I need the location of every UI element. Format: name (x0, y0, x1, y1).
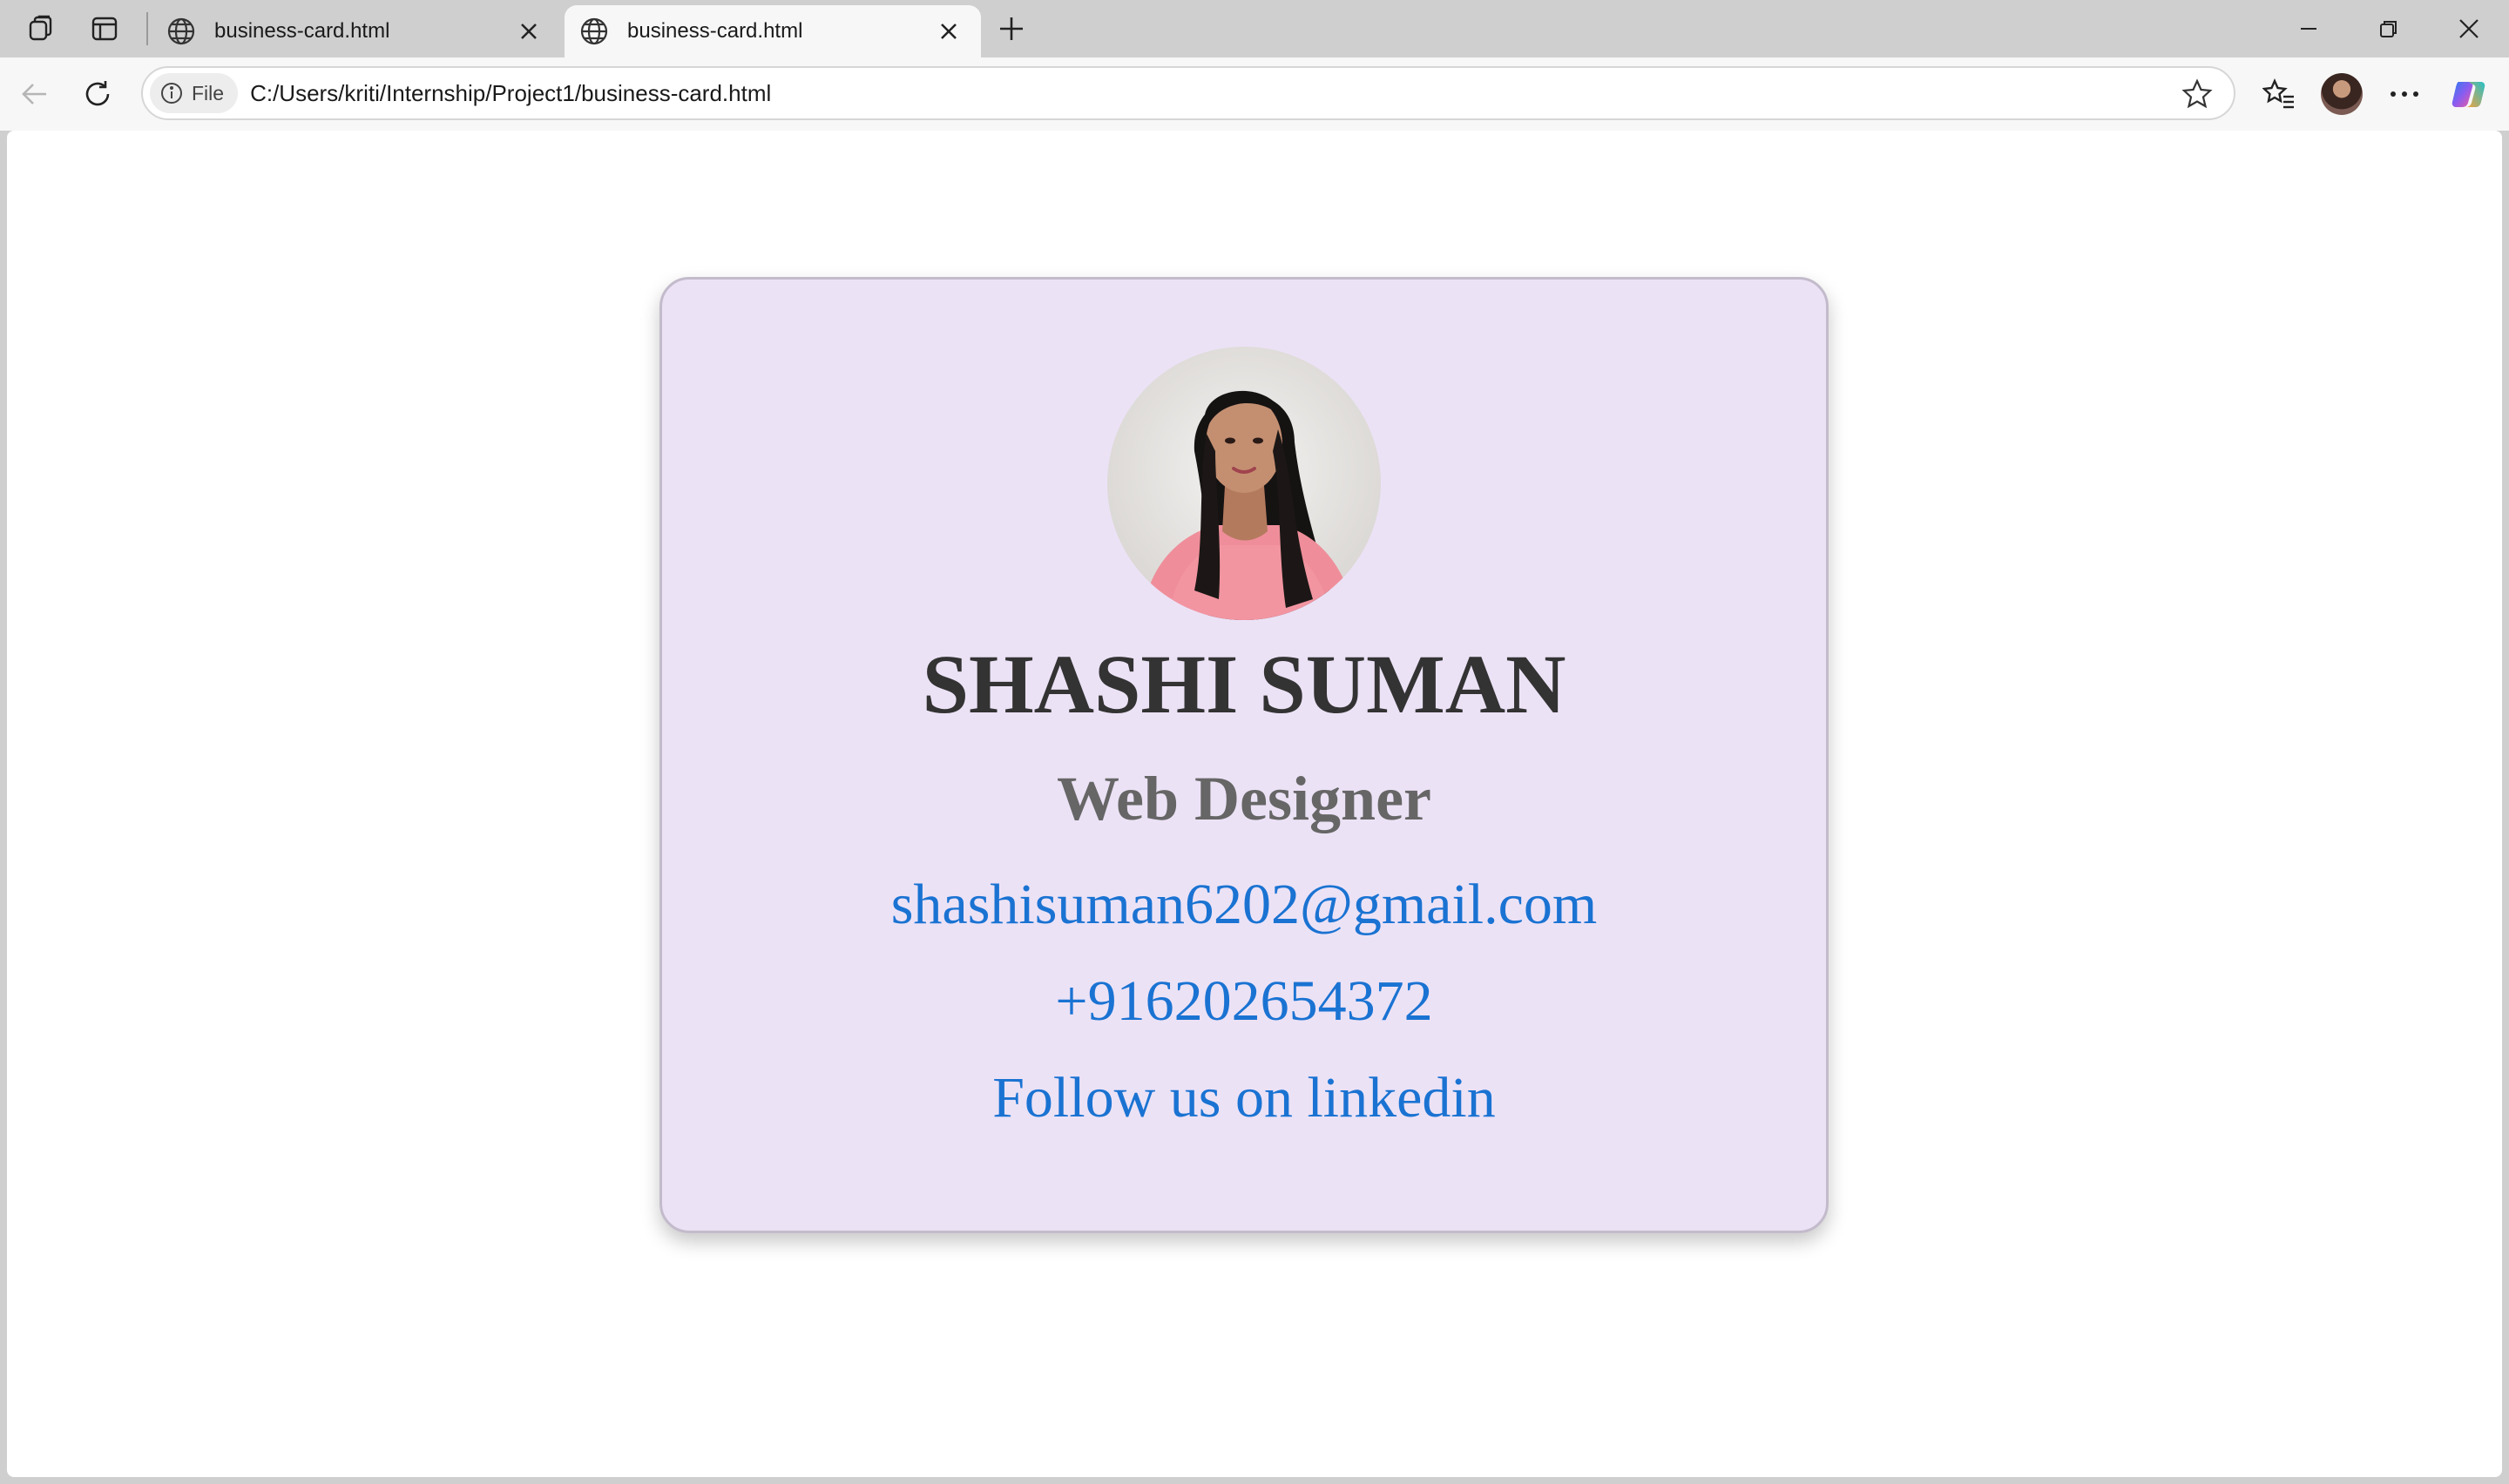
globe-icon (167, 17, 195, 45)
profile-avatar[interactable] (2321, 73, 2363, 115)
card-role: Web Designer (1057, 764, 1431, 833)
business-card: SHASHI SUMAN Web Designer shashisuman620… (659, 277, 1829, 1233)
copilot-icon (2452, 82, 2485, 107)
close-icon[interactable] (936, 18, 962, 44)
tab-business-card-2[interactable]: business-card.html (565, 5, 981, 57)
page-viewport: SHASHI SUMAN Web Designer shashisuman620… (7, 131, 2502, 1477)
close-window-button[interactable] (2434, 7, 2504, 51)
new-tab-button[interactable] (991, 9, 1031, 49)
linkedin-link[interactable]: Follow us on linkedin (662, 1065, 1826, 1131)
close-icon[interactable] (516, 18, 542, 44)
phone-link[interactable]: +916202654372 (662, 968, 1826, 1035)
tab-strip: business-card.html business-card.html (0, 0, 2509, 57)
workspaces-icon[interactable] (21, 9, 63, 49)
url-text[interactable]: C:/Users/kriti/Internship/Project1/busin… (250, 80, 771, 107)
plus-icon (1000, 17, 1023, 40)
browser-toolbar: File C:/Users/kriti/Internship/Project1/… (0, 57, 2509, 131)
refresh-icon (85, 81, 110, 106)
tab-separator (146, 12, 148, 45)
more-icon (2391, 91, 2418, 97)
site-info-chip[interactable]: File (150, 73, 239, 113)
back-button[interactable] (12, 71, 57, 117)
profile-photo (1107, 347, 1381, 620)
email-link[interactable]: shashisuman6202@gmail.com (662, 872, 1826, 938)
tab-title: business-card.html (214, 19, 390, 43)
back-arrow-icon (22, 84, 46, 105)
favorites-icon (2262, 78, 2294, 109)
star-icon (2181, 78, 2213, 109)
restore-button[interactable] (2354, 7, 2424, 51)
file-scheme-label: File (192, 81, 225, 105)
add-favorite-button[interactable] (2178, 75, 2216, 113)
globe-icon (580, 17, 608, 45)
favorites-button[interactable] (2256, 71, 2302, 117)
minimize-button[interactable] (2274, 7, 2343, 51)
close-icon (2459, 19, 2479, 38)
refresh-button[interactable] (75, 71, 120, 117)
tab-business-card-1[interactable]: business-card.html (152, 5, 561, 57)
restore-icon (2380, 21, 2397, 37)
copilot-button[interactable] (2446, 71, 2492, 117)
address-bar[interactable]: File C:/Users/kriti/Internship/Project1/… (141, 66, 2235, 120)
info-icon (161, 83, 182, 104)
vertical-tabs-icon[interactable] (84, 9, 125, 49)
more-button[interactable] (2382, 71, 2427, 117)
minimize-icon (2301, 28, 2316, 30)
card-name: SHASHI SUMAN (922, 637, 1566, 731)
tab-title: business-card.html (627, 19, 803, 43)
